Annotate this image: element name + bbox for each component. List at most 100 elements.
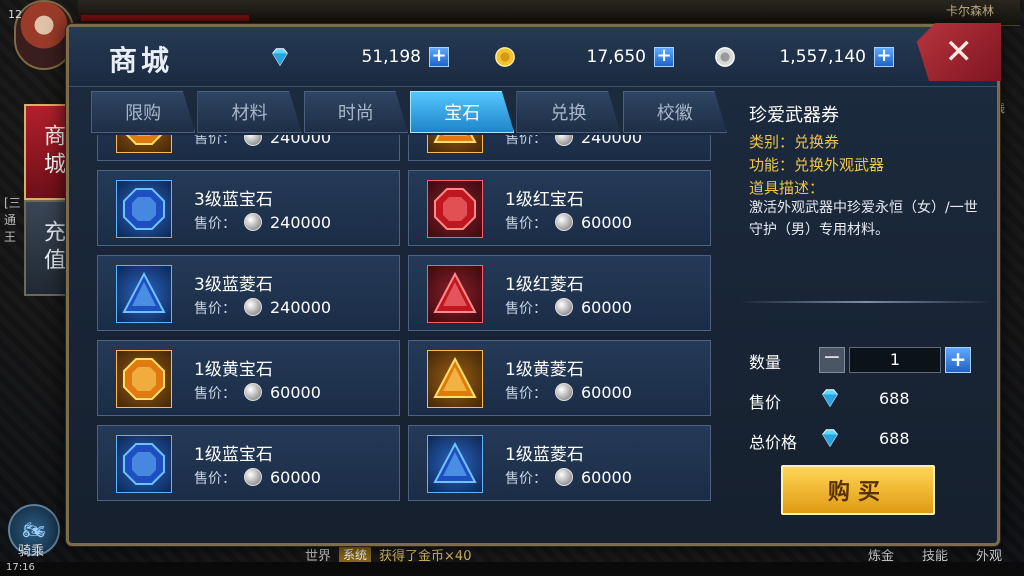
item-price: 240000 bbox=[270, 298, 332, 317]
shop-title: 商城 bbox=[109, 44, 174, 77]
tab-limited[interactable]: 限购 bbox=[91, 91, 196, 133]
shop-item-card[interactable]: 1级蓝菱石售价： 60000 bbox=[408, 425, 711, 501]
quantity-minus-button[interactable]: − bbox=[819, 347, 845, 373]
total-price-label: 总价格 bbox=[749, 433, 798, 452]
silver-coin-icon bbox=[555, 213, 573, 231]
item-name: 3级蓝菱石 bbox=[194, 275, 273, 295]
left-edge-text: [三 通 王 bbox=[4, 196, 21, 244]
quantity-plus-button[interactable]: + bbox=[945, 347, 971, 373]
item-name: 1级黄菱石 bbox=[505, 360, 584, 380]
silver-coin-icon bbox=[555, 135, 573, 146]
item-price-label: 售价： bbox=[505, 216, 547, 232]
currency-gold: 17,650 + bbox=[494, 43, 674, 71]
chat-bar[interactable]: 世界 系统 获得了金币×40 bbox=[305, 544, 471, 564]
gem-icon bbox=[123, 358, 165, 400]
quantity-input[interactable]: 1 bbox=[849, 347, 941, 373]
item-price: 60000 bbox=[581, 213, 632, 232]
item-price: 60000 bbox=[581, 468, 632, 487]
gem-thumbnail bbox=[116, 135, 172, 153]
gem-icon bbox=[123, 188, 165, 230]
gem-thumbnail bbox=[116, 435, 172, 493]
item-price-label: 售价： bbox=[505, 386, 547, 402]
silver-coin-icon bbox=[715, 47, 735, 67]
total-price-value: 688 bbox=[879, 429, 910, 448]
unit-price-value: 688 bbox=[879, 389, 910, 408]
diamond-icon bbox=[822, 429, 838, 448]
top-hud-bar bbox=[78, 0, 1020, 26]
shop-item-card[interactable]: 3级蓝菱石 售价： 240000 bbox=[97, 255, 400, 331]
motorcycle-icon: 🏍 bbox=[22, 519, 46, 541]
add-silver-button[interactable]: + bbox=[874, 47, 894, 67]
close-icon: ✕ bbox=[944, 32, 974, 72]
item-price-label: 售价： bbox=[194, 471, 236, 487]
clock: 17:16 bbox=[6, 562, 35, 573]
diamond-balance: 51,198 bbox=[361, 47, 421, 67]
item-price-label: 售价： bbox=[194, 386, 236, 402]
shop-dialog: 商城 51,198 + 17,650 + 1,557,140 + ✕ 限购 材料… bbox=[66, 23, 1001, 546]
item-grid: 售价： 240000 售价： 240000 3级蓝宝石 售价： 240000 1级红宝石 售价：… bbox=[95, 135, 725, 523]
tab-materials[interactable]: 材料 bbox=[197, 91, 302, 133]
shop-item-card[interactable]: 1级红菱石售价： 60000 bbox=[408, 255, 711, 331]
tab-fashion[interactable]: 时尚 bbox=[303, 91, 408, 133]
item-name: 3级蓝宝石 bbox=[194, 190, 273, 210]
add-diamond-button[interactable]: + bbox=[429, 47, 449, 67]
diamond-icon bbox=[272, 48, 288, 67]
silver-balance: 1,557,140 bbox=[779, 47, 866, 67]
silver-coin-icon bbox=[244, 298, 262, 316]
item-name: 1级红菱石 bbox=[505, 275, 584, 295]
gem-icon bbox=[123, 443, 165, 485]
silver-coin-icon bbox=[244, 135, 262, 146]
item-price: 240000 bbox=[581, 135, 643, 147]
buy-button[interactable]: 购买 bbox=[781, 465, 935, 515]
gold-balance: 17,650 bbox=[586, 47, 646, 67]
item-price: 240000 bbox=[270, 213, 332, 232]
item-price-label: 售价： bbox=[505, 301, 547, 317]
currency-silver: 1,557,140 + bbox=[714, 43, 894, 71]
item-price-label: 售价： bbox=[505, 471, 547, 487]
gem-icon bbox=[122, 271, 166, 313]
item-detail-panel: 珍爱武器券 类别：兑换券 功能：兑换外观武器 道具描述： 激活外观武器中珍爱永恒… bbox=[739, 91, 993, 541]
shop-item-card[interactable]: 1级黄菱石售价： 60000 bbox=[408, 340, 711, 416]
chat-channel: 世界 bbox=[305, 548, 332, 564]
shop-item-card[interactable]: 1级蓝宝石 售价： 60000 bbox=[97, 425, 400, 501]
item-price: 60000 bbox=[581, 383, 632, 402]
shop-item-card[interactable]: 3级蓝宝石 售价： 240000 bbox=[97, 170, 400, 246]
item-price: 60000 bbox=[270, 383, 321, 402]
shop-item-card[interactable]: 1级红宝石 售价： 60000 bbox=[408, 170, 711, 246]
shop-item-card[interactable]: 1级黄宝石售价： 60000 bbox=[97, 340, 400, 416]
shop-tabs: 限购 材料 时尚 宝石 兑换 校徽 bbox=[91, 91, 729, 133]
add-gold-button[interactable]: + bbox=[654, 47, 674, 67]
gem-icon bbox=[434, 188, 476, 230]
silver-coin-icon bbox=[555, 383, 573, 401]
gem-thumbnail bbox=[116, 180, 172, 238]
silver-coin-icon bbox=[555, 298, 573, 316]
currency-diamond: 51,198 + bbox=[269, 43, 449, 71]
gem-icon bbox=[125, 135, 163, 145]
shop-item-card[interactable]: 售价： 240000 bbox=[408, 135, 711, 161]
item-price-label: 售价： bbox=[505, 135, 547, 147]
gem-icon bbox=[433, 271, 477, 313]
item-price: 60000 bbox=[581, 298, 632, 317]
detail-divider bbox=[739, 301, 993, 303]
unit-price-label: 售价 bbox=[749, 393, 782, 412]
chat-system-tag: 系统 bbox=[339, 545, 372, 563]
close-button[interactable]: ✕ bbox=[911, 23, 1001, 81]
detail-desc-label: 道具描述： bbox=[749, 179, 825, 197]
chat-message: 获得了金币×40 bbox=[379, 548, 472, 564]
silver-coin-icon bbox=[555, 468, 573, 486]
hp-bar bbox=[80, 14, 250, 22]
tab-badge[interactable]: 校徽 bbox=[622, 91, 727, 133]
gem-icon bbox=[433, 135, 477, 143]
gem-icon bbox=[433, 356, 477, 398]
gem-icon bbox=[433, 441, 477, 483]
item-name: 1级蓝菱石 bbox=[505, 445, 584, 465]
shop-header: 商城 51,198 + 17,650 + 1,557,140 + ✕ bbox=[69, 23, 1001, 87]
shop-item-card[interactable]: 售价： 240000 bbox=[97, 135, 400, 161]
tab-gems[interactable]: 宝石 bbox=[409, 91, 515, 133]
detail-category: 类别：兑换券 bbox=[749, 133, 840, 151]
tab-exchange[interactable]: 兑换 bbox=[516, 91, 621, 133]
gem-thumbnail bbox=[427, 350, 483, 408]
item-name: 1级黄宝石 bbox=[194, 360, 273, 380]
player-level: 12 bbox=[8, 8, 22, 21]
gem-thumbnail bbox=[427, 435, 483, 493]
